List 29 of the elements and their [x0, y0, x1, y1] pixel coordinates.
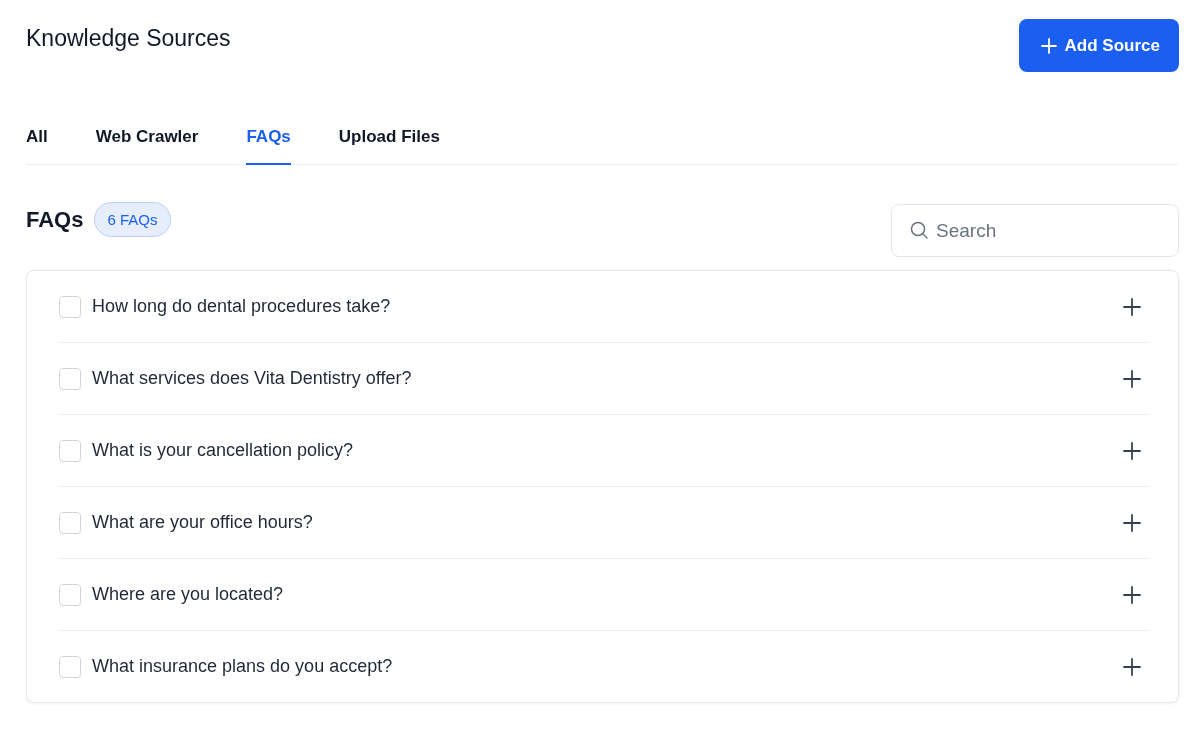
checkbox[interactable] — [59, 655, 81, 678]
page-title: Knowledge Sources — [26, 25, 231, 52]
plus-icon — [1040, 37, 1057, 54]
tab[interactable]: Upload Files — [338, 127, 440, 165]
checkbox[interactable] — [59, 511, 81, 534]
expand-button[interactable] — [1123, 297, 1141, 316]
faq-question: Where are you located? — [92, 584, 285, 605]
faq-question: What is your cancellation policy? — [92, 440, 355, 461]
add-source-button[interactable]: Add Source — [1018, 19, 1179, 72]
tab[interactable]: FAQs — [246, 127, 291, 165]
expand-button[interactable] — [1123, 369, 1141, 388]
checkbox[interactable] — [59, 439, 81, 462]
checkbox[interactable] — [59, 295, 81, 318]
search-icon — [909, 220, 929, 240]
tab[interactable]: Web Crawler — [95, 127, 199, 165]
checkbox[interactable] — [59, 367, 81, 390]
section-title: FAQs — [26, 206, 84, 233]
checkbox[interactable] — [59, 583, 81, 606]
expand-button[interactable] — [1123, 585, 1141, 604]
search-field[interactable]: Search — [891, 204, 1179, 257]
faq-question: How long do dental procedures take? — [92, 296, 392, 317]
expand-button[interactable] — [1123, 513, 1141, 532]
tab[interactable]: All — [26, 127, 48, 165]
faq-question: What are your office hours? — [92, 512, 314, 533]
count-badge: 6 FAQs — [94, 202, 171, 237]
expand-button[interactable] — [1123, 657, 1141, 676]
faq-question: What services does Vita Dentistry offer? — [92, 368, 413, 389]
faq-question: What insurance plans do you accept? — [92, 656, 394, 677]
expand-button[interactable] — [1123, 441, 1141, 460]
